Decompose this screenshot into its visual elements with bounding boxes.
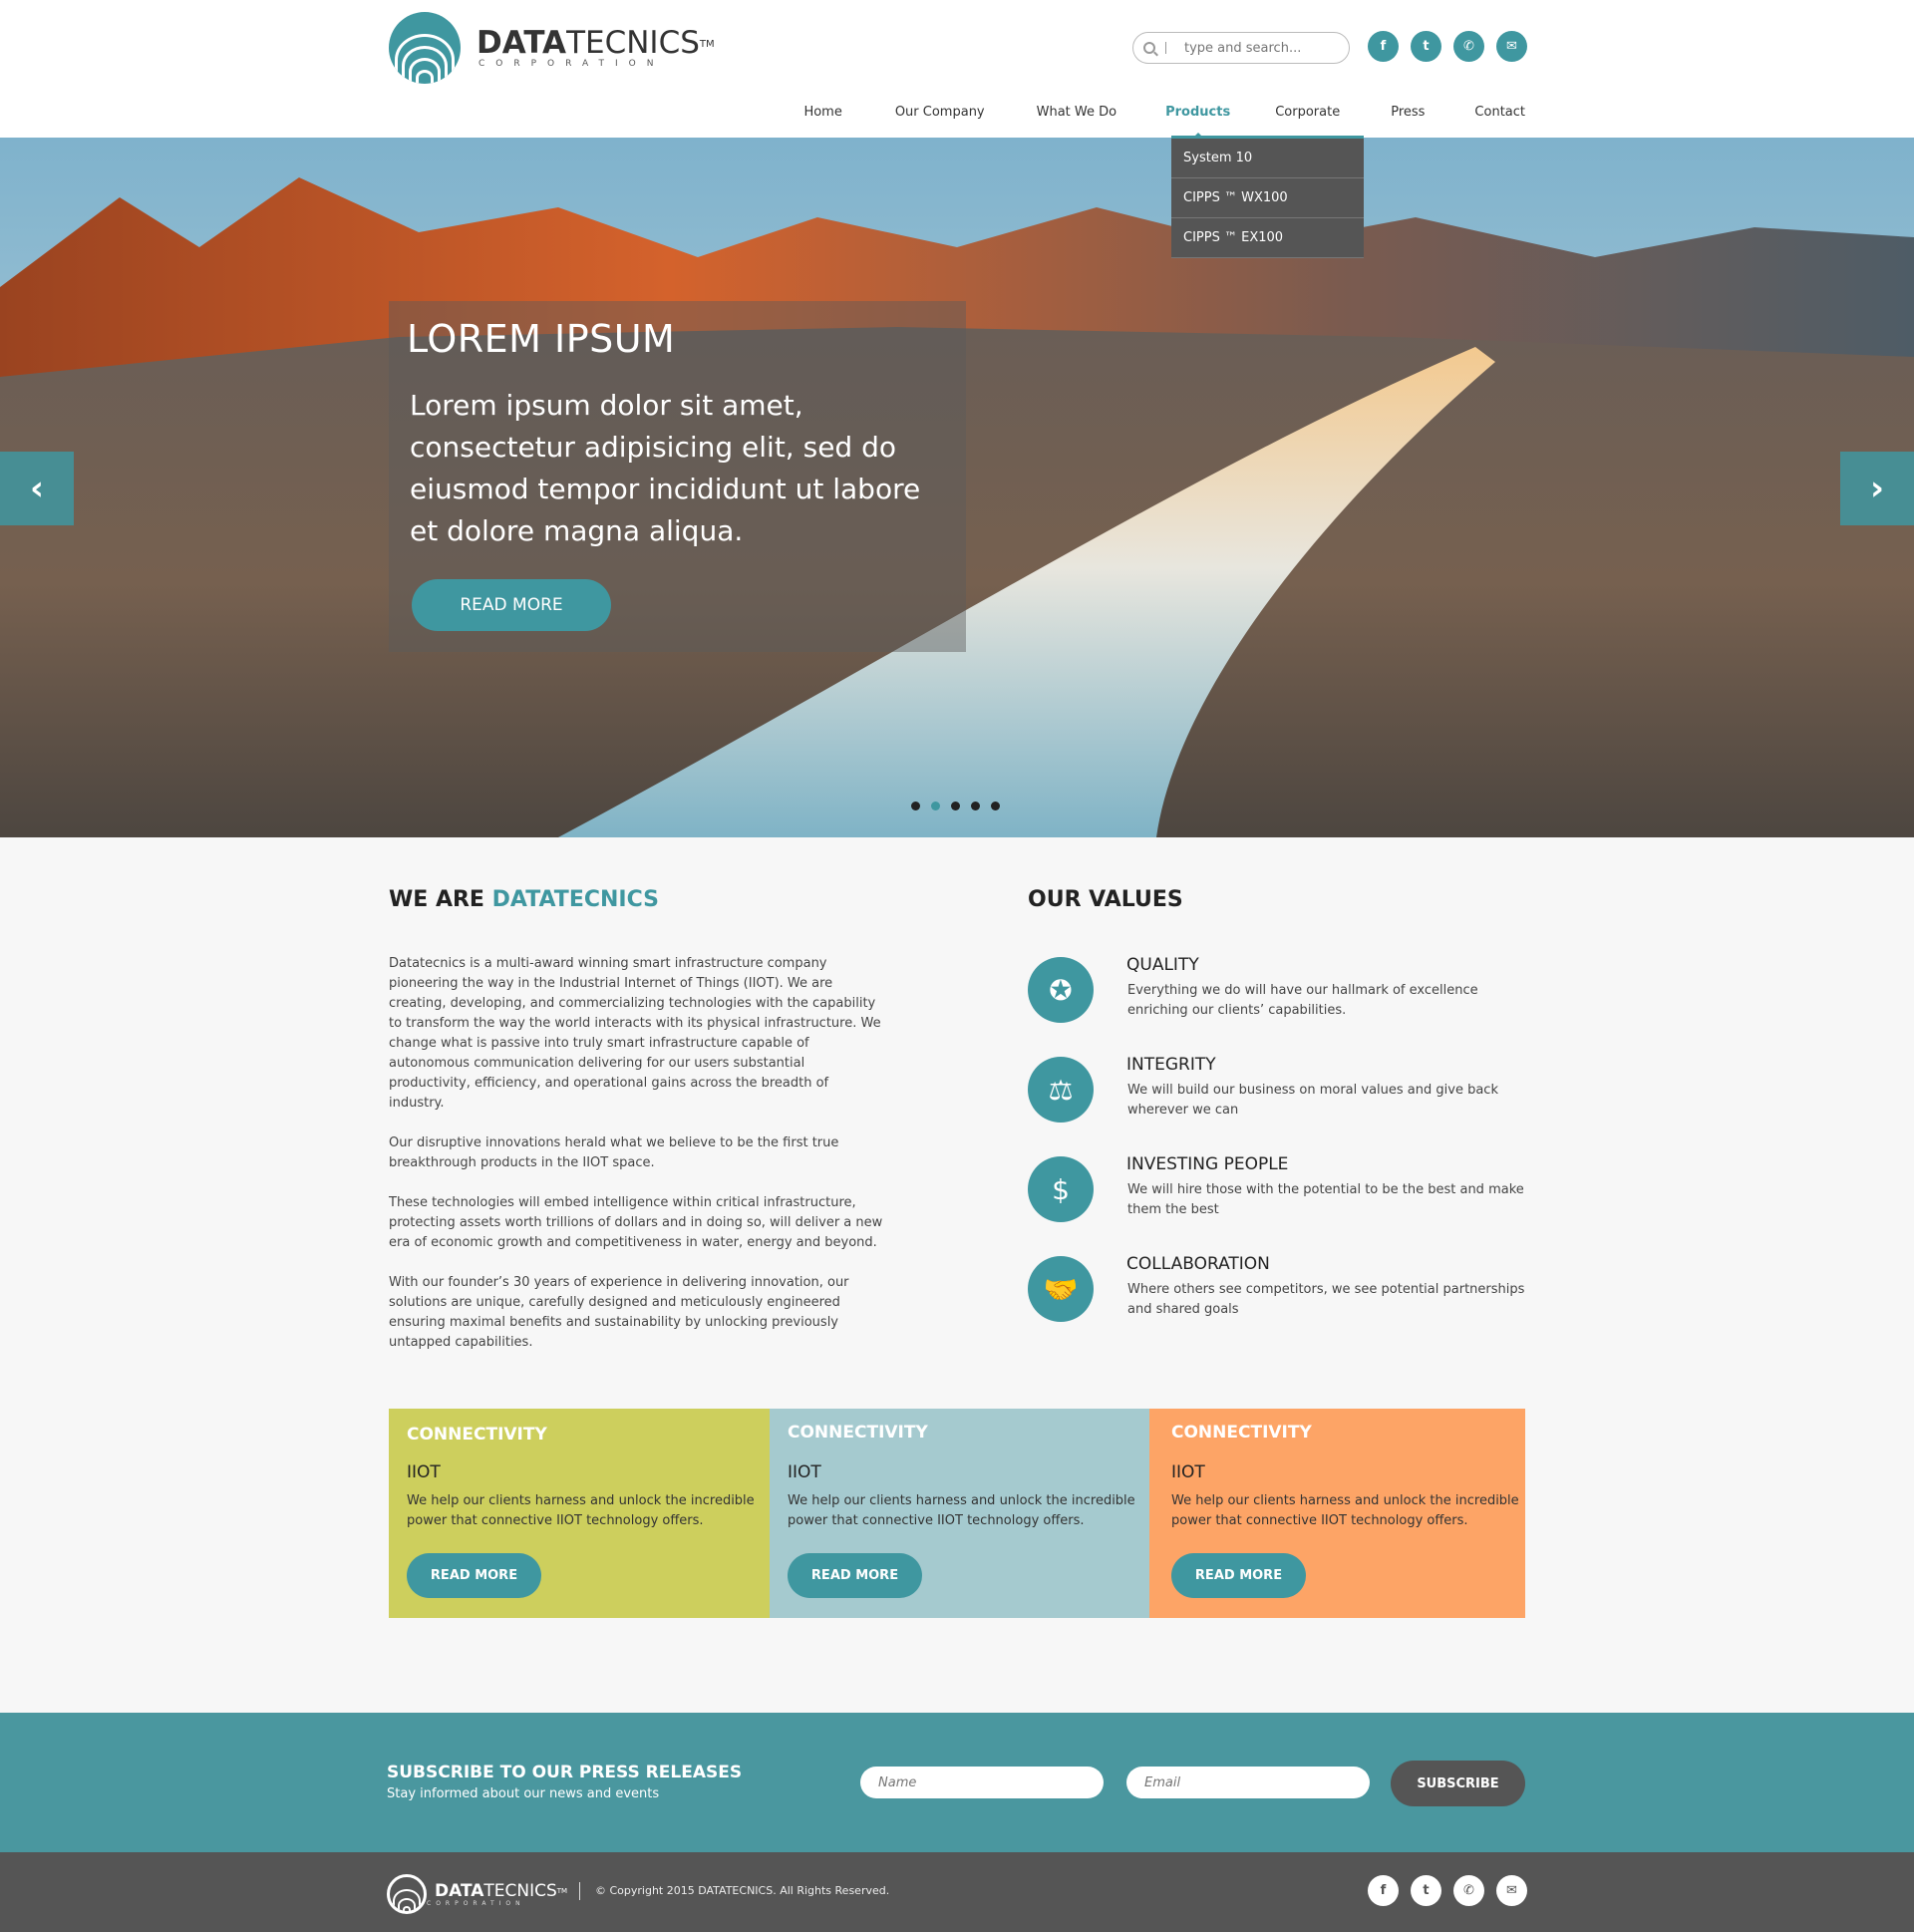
investor-icon: $ — [1028, 1156, 1094, 1222]
footer-logo-subtitle: CORPORATION — [427, 1899, 525, 1907]
tile-subheading: IIOT — [788, 1462, 821, 1482]
handshake-icon: 🤝 — [1028, 1256, 1094, 1322]
hero-title: LOREM IPSUM — [407, 317, 676, 361]
value-desc: Everything we do will have our hallmark … — [1127, 983, 1478, 1018]
tile-heading: CONNECTIVITY — [1171, 1423, 1312, 1443]
nav-our-company[interactable]: Our Company — [895, 105, 985, 129]
subscribe-heading: SUBSCRIBE TO OUR PRESS RELEASES — [387, 1763, 743, 1782]
about-paragraph: These technologies will embed intelligen… — [389, 1195, 883, 1250]
dropdown-item-system-10[interactable]: System 10 — [1171, 139, 1364, 178]
copyright-text: © Copyright 2015 DATATECNICS. All Rights… — [595, 1884, 890, 1897]
twitter-icon[interactable]: t — [1411, 1875, 1441, 1906]
value-item-integrity: ⚖ INTEGRITY We will build our business o… — [1028, 1055, 1526, 1154]
phone-icon[interactable]: ✆ — [1453, 31, 1484, 62]
footer-social-links: f t ✆ ✉ — [1368, 1875, 1527, 1906]
connectivity-tile: CONNECTIVITY IIOT We help our clients ha… — [1149, 1409, 1525, 1618]
about-body: Datatecnics is a multi-award winning sma… — [389, 954, 887, 1373]
twitter-icon[interactable]: t — [1411, 31, 1441, 62]
nav-what-we-do[interactable]: What We Do — [1037, 105, 1116, 129]
tile-read-more-button[interactable]: READ MORE — [788, 1553, 922, 1598]
subscribe-section: SUBSCRIBE TO OUR PRESS RELEASES Stay inf… — [0, 1713, 1914, 1852]
value-desc: We will build our business on moral valu… — [1127, 1083, 1498, 1118]
tile-description: We help our clients harness and unlock t… — [407, 1493, 755, 1528]
value-title: INTEGRITY — [1126, 1055, 1216, 1075]
award-icon: ✪ — [1028, 957, 1094, 1023]
subscribe-name-input[interactable] — [860, 1767, 1104, 1798]
tile-subheading: IIOT — [407, 1462, 441, 1482]
site-header: DATATECNICSTM CORPORATION f t ✆ ✉ Home O… — [0, 0, 1914, 138]
nav-contact[interactable]: Contact — [1474, 105, 1525, 129]
tile-description: We help our clients harness and unlock t… — [1171, 1493, 1519, 1528]
site-logo[interactable]: DATATECNICSTM CORPORATION — [389, 12, 715, 84]
value-title: QUALITY — [1126, 955, 1199, 975]
slider-prev-button[interactable]: ‹ — [0, 452, 74, 525]
connectivity-tile: CONNECTIVITY IIOT We help our clients ha… — [770, 1409, 1149, 1618]
hero-caption: LOREM IPSUM Lorem ipsum dolor sit amet, … — [389, 301, 966, 652]
logo-name: DATATECNICSTM — [477, 25, 715, 61]
footer-logo-mark-icon — [387, 1874, 427, 1914]
value-desc: Where others see competitors, we see pot… — [1127, 1282, 1525, 1317]
about-heading: WE ARE DATATECNICS — [389, 887, 659, 912]
nav-products[interactable]: Products — [1165, 105, 1230, 129]
nav-press[interactable]: Press — [1391, 105, 1425, 129]
hero-slider: LOREM IPSUM Lorem ipsum dolor sit amet, … — [0, 138, 1914, 837]
value-item-investing-people: $ INVESTING PEOPLE We will hire those wi… — [1028, 1154, 1526, 1254]
facebook-icon[interactable]: f — [1368, 31, 1399, 62]
value-item-collaboration: 🤝 COLLABORATION Where others see competi… — [1028, 1254, 1526, 1354]
hero-text: Lorem ipsum dolor sit amet, consectetur … — [410, 389, 921, 547]
slider-dot[interactable] — [951, 802, 960, 810]
site-footer: DATATECNICSTM CORPORATION © Copyright 20… — [0, 1852, 1914, 1932]
search-icon — [1143, 42, 1155, 54]
slider-dot[interactable] — [911, 802, 920, 810]
slider-dot[interactable] — [971, 802, 980, 810]
connectivity-tile: CONNECTIVITY IIOT We help our clients ha… — [389, 1409, 770, 1618]
products-dropdown: System 10 CIPPS ™ WX100 CIPPS ™ EX100 — [1171, 136, 1364, 258]
value-title: INVESTING PEOPLE — [1126, 1154, 1289, 1174]
subscribe-subtitle: Stay informed about our news and events — [387, 1786, 660, 1801]
values-heading: OUR VALUES — [1028, 887, 1183, 912]
about-paragraph: With our founder’s 30 years of experienc… — [389, 1275, 849, 1350]
dropdown-item-cipps-wx100[interactable]: CIPPS ™ WX100 — [1171, 178, 1364, 218]
slider-dots — [911, 802, 1000, 810]
mail-icon[interactable]: ✉ — [1496, 31, 1527, 62]
about-paragraph: Our disruptive innovations herald what w… — [389, 1135, 839, 1170]
slider-dot[interactable] — [931, 802, 940, 810]
search-box[interactable] — [1132, 32, 1350, 64]
main-nav: Home Our Company What We Do Products Cor… — [803, 105, 1525, 129]
facebook-icon[interactable]: f — [1368, 1875, 1399, 1906]
nav-corporate[interactable]: Corporate — [1275, 105, 1340, 129]
tile-heading: CONNECTIVITY — [407, 1425, 547, 1445]
hero-read-more-button[interactable]: READ MORE — [412, 579, 611, 631]
connectivity-tiles: CONNECTIVITY IIOT We help our clients ha… — [389, 1409, 1525, 1618]
footer-logo[interactable]: DATATECNICSTM CORPORATION — [387, 1874, 567, 1914]
tile-read-more-button[interactable]: READ MORE — [407, 1553, 541, 1598]
tile-read-more-button[interactable]: READ MORE — [1171, 1553, 1306, 1598]
footer-logo-name: DATATECNICSTM — [435, 1880, 568, 1901]
values-list: ✪ QUALITY Everything we do will have our… — [1028, 955, 1526, 1354]
value-item-quality: ✪ QUALITY Everything we do will have our… — [1028, 955, 1526, 1055]
mail-icon[interactable]: ✉ — [1496, 1875, 1527, 1906]
search-input[interactable] — [1184, 40, 1334, 56]
chevron-right-icon: › — [1869, 469, 1884, 508]
value-desc: We will hire those with the potential to… — [1127, 1182, 1524, 1217]
slider-dot[interactable] — [991, 802, 1000, 810]
scales-icon: ⚖ — [1028, 1057, 1094, 1123]
footer-divider — [579, 1882, 580, 1900]
slider-next-button[interactable]: › — [1840, 452, 1914, 525]
tile-heading: CONNECTIVITY — [788, 1423, 928, 1443]
subscribe-button[interactable]: SUBSCRIBE — [1391, 1761, 1525, 1806]
value-title: COLLABORATION — [1126, 1254, 1270, 1274]
logo-mark-icon — [389, 12, 461, 84]
chevron-left-icon: ‹ — [29, 469, 44, 508]
phone-icon[interactable]: ✆ — [1453, 1875, 1484, 1906]
nav-home[interactable]: Home — [803, 105, 841, 129]
dropdown-item-cipps-ex100[interactable]: CIPPS ™ EX100 — [1171, 218, 1364, 258]
about-paragraph: Datatecnics is a multi-award winning sma… — [389, 956, 881, 1111]
header-social-links: f t ✆ ✉ — [1368, 31, 1527, 62]
subscribe-email-input[interactable] — [1126, 1767, 1370, 1798]
tile-subheading: IIOT — [1171, 1462, 1205, 1482]
tile-description: We help our clients harness and unlock t… — [788, 1493, 1135, 1528]
